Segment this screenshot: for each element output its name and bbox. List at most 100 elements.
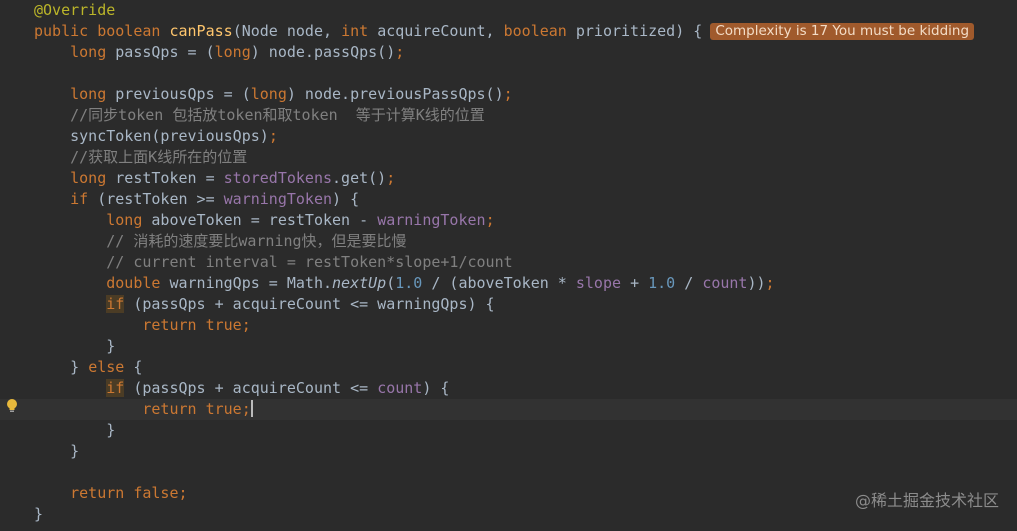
code-editor[interactable]: @Override public boolean canPass(Node nod… — [0, 0, 1017, 531]
code-line[interactable]: //获取上面K线所在的位置 — [0, 147, 1017, 168]
code-token: / — [684, 274, 703, 292]
code-token: } — [106, 337, 116, 355]
code-token: ; — [395, 43, 405, 61]
code-token: long — [70, 85, 116, 103]
code-token: / (aboveToken * — [431, 274, 576, 292]
code-token: canPass — [169, 22, 233, 40]
code-line-text: syncToken(previousQps); — [34, 126, 278, 147]
code-line[interactable]: return true; — [0, 399, 1017, 420]
code-token: 1.0 — [395, 274, 432, 292]
code-token: .get() — [332, 169, 387, 187]
code-token: ; — [241, 316, 251, 334]
code-token: count — [377, 379, 423, 397]
code-line[interactable]: if (passQps + acquireCount <= warningQps… — [0, 294, 1017, 315]
code-line[interactable] — [0, 462, 1017, 483]
code-line[interactable]: } — [0, 420, 1017, 441]
code-line[interactable]: syncToken(previousQps); — [0, 126, 1017, 147]
code-token: slope — [575, 274, 631, 292]
code-line-text: } else { — [34, 357, 142, 378]
code-token: } — [34, 505, 44, 523]
code-token: aboveToken = restToken - — [151, 211, 378, 229]
code-line[interactable]: if (passQps + acquireCount <= count) { — [0, 378, 1017, 399]
code-token: } — [106, 421, 116, 439]
code-token: storedTokens — [223, 169, 333, 187]
code-token: double — [106, 274, 170, 292]
lightbulb-icon[interactable] — [6, 398, 18, 414]
code-line[interactable]: long passQps = (long) node.passQps(); — [0, 42, 1017, 63]
code-token: // current interval = restToken*slope+1/… — [106, 253, 513, 271]
code-line-text: long previousQps = (long) node.previousP… — [34, 84, 513, 105]
code-line-text: if (passQps + acquireCount <= count) { — [34, 378, 449, 399]
code-token: { — [133, 358, 143, 376]
code-line-text: long aboveToken = restToken - warningTok… — [34, 210, 495, 231]
code-token: count — [702, 274, 748, 292]
code-token: warningToken — [223, 190, 333, 208]
code-token: 1.0 — [648, 274, 685, 292]
code-token: passQps = ( — [115, 43, 215, 61]
code-line[interactable]: @Override — [0, 0, 1017, 21]
code-line-text: } — [34, 420, 115, 441]
code-line-text: long passQps = (long) node.passQps(); — [34, 42, 404, 63]
code-line[interactable]: } — [0, 441, 1017, 462]
code-token: } — [70, 442, 80, 460]
code-line[interactable]: // current interval = restToken*slope+1/… — [0, 252, 1017, 273]
code-line-text: return true; — [34, 399, 253, 420]
code-line[interactable]: } — [0, 336, 1017, 357]
code-token: ; — [485, 211, 495, 229]
code-token: warningToken — [377, 211, 486, 229]
code-line[interactable]: long aboveToken = restToken - warningTok… — [0, 210, 1017, 231]
code-token: long — [70, 169, 116, 187]
code-line[interactable]: // 消耗的速度要比warning快，但是要比慢 — [0, 231, 1017, 252]
code-line[interactable]: return true; — [0, 315, 1017, 336]
code-token: ; — [765, 274, 775, 292]
code-line[interactable]: } else { — [0, 357, 1017, 378]
code-line-text: if (restToken >= warningToken) { — [34, 189, 359, 210]
code-line[interactable]: double warningQps = Math.nextUp(1.0 / (a… — [0, 273, 1017, 294]
code-token: long — [250, 85, 287, 103]
code-token: (passQps + acquireCount <= — [124, 379, 378, 397]
code-token: ; — [178, 484, 188, 502]
code-token: if — [106, 295, 125, 313]
code-line-text: long restToken = storedTokens.get(); — [34, 168, 395, 189]
code-token: ) node.passQps() — [250, 43, 396, 61]
code-line[interactable]: //同步token 包括放token和取token 等于计算K线的位置 — [0, 105, 1017, 126]
code-token: //同步token 包括放token和取token 等于计算K线的位置 — [70, 106, 485, 124]
code-line[interactable]: if (restToken >= warningToken) { — [0, 189, 1017, 210]
code-line-text: //获取上面K线所在的位置 — [34, 147, 247, 168]
code-token: nextUp — [332, 274, 387, 292]
code-line-text: @Override — [34, 0, 115, 21]
code-token: //获取上面K线所在的位置 — [70, 148, 248, 166]
code-line-text: double warningQps = Math.nextUp(1.0 / (a… — [34, 273, 775, 294]
code-line-text: } — [34, 504, 43, 525]
code-token: public boolean — [34, 22, 170, 40]
code-token: return true — [142, 400, 242, 418]
code-token: return false — [70, 484, 179, 502]
code-line[interactable] — [0, 63, 1017, 84]
complexity-badge[interactable]: Complexity is 17 You must be kidding — [710, 23, 975, 40]
code-token: )) — [747, 274, 766, 292]
code-line[interactable]: long restToken = storedTokens.get(); — [0, 168, 1017, 189]
code-line-text: return true; — [34, 315, 251, 336]
code-token: syncToken(previousQps) — [70, 127, 269, 145]
code-line[interactable]: public boolean canPass(Node node, int ac… — [0, 21, 1017, 42]
code-line[interactable]: long previousQps = (long) node.previousP… — [0, 84, 1017, 105]
code-token: ( — [386, 274, 396, 292]
code-token: if — [70, 190, 98, 208]
code-line-text: //同步token 包括放token和取token 等于计算K线的位置 — [34, 105, 485, 126]
code-token: boolean — [503, 22, 576, 40]
code-token: long — [214, 43, 251, 61]
